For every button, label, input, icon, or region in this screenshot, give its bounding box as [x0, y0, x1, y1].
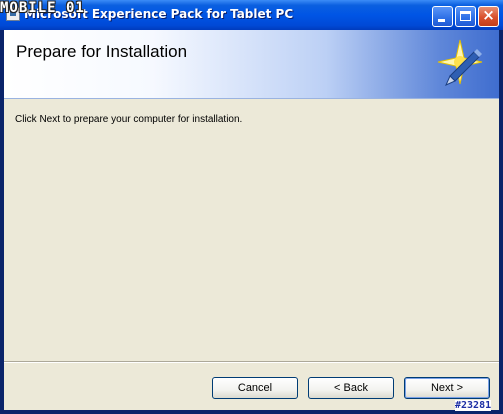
header-banner: Prepare for Installation [4, 30, 499, 99]
footer-divider [4, 361, 499, 363]
tablet-pen-star-icon [437, 39, 483, 86]
dialog-body: Prepare for Installation Click Next to p… [4, 30, 499, 410]
cancel-button[interactable]: Cancel [212, 377, 298, 399]
next-button[interactable]: Next > [404, 377, 490, 399]
maximize-button[interactable] [455, 6, 476, 27]
minimize-icon [438, 19, 445, 22]
watermark-logo: MOBILE 01 [0, 0, 85, 16]
back-button[interactable]: < Back [308, 377, 394, 399]
image-id-badge: #23281 [455, 400, 492, 411]
installer-window: Microsoft Experience Pack for Tablet PC … [0, 0, 503, 414]
close-button[interactable]: × [478, 6, 499, 27]
page-title: Prepare for Installation [16, 42, 188, 61]
minimize-button[interactable] [432, 6, 453, 27]
instruction-text: Click Next to prepare your computer for … [15, 114, 243, 125]
maximize-icon [460, 11, 471, 21]
close-icon: × [482, 6, 495, 24]
